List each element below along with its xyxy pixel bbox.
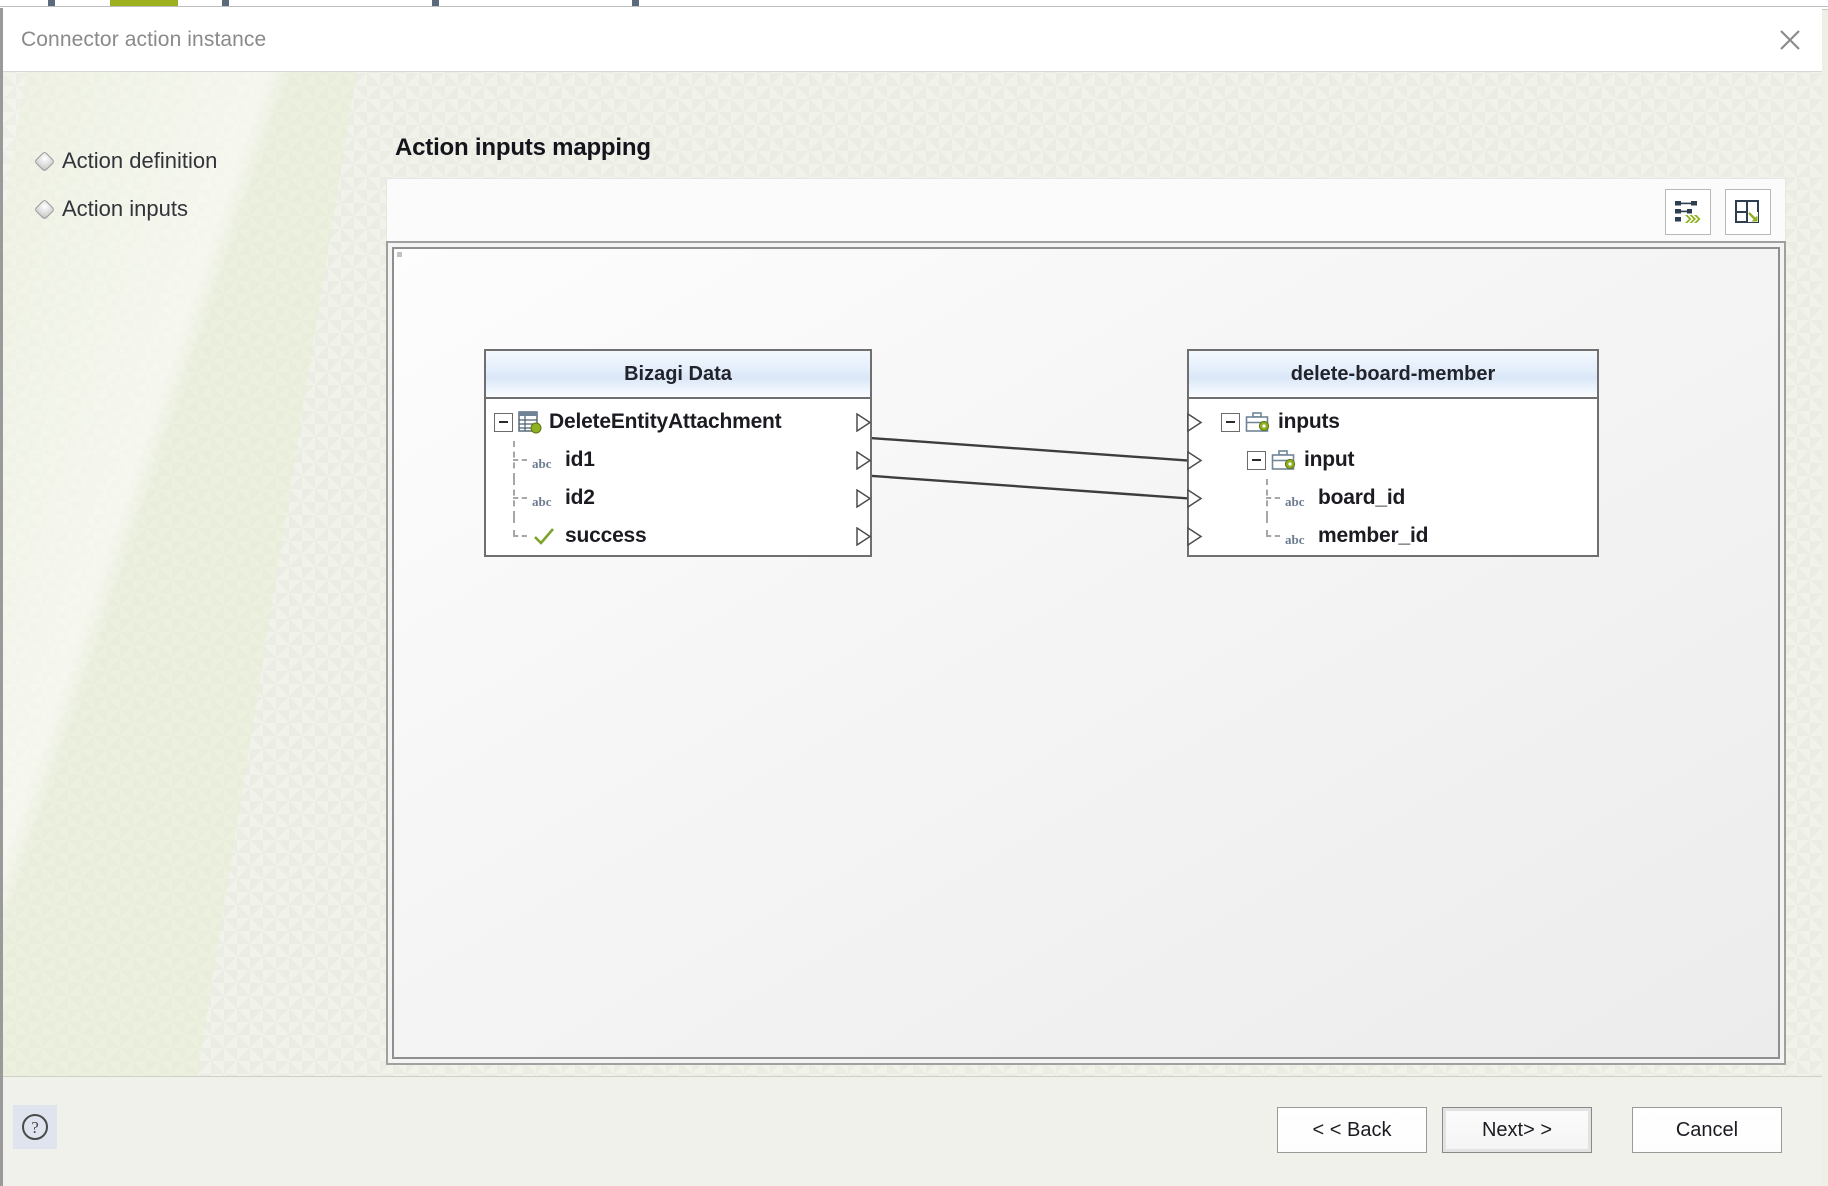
sidebar-item-action-inputs[interactable]: Action inputs: [33, 196, 337, 222]
tree-node-label: member_id: [1318, 524, 1429, 547]
mapping-toolbar: [386, 178, 1786, 242]
port-left[interactable]: [1187, 451, 1203, 470]
question-mark-icon: ?: [22, 1114, 48, 1140]
tree-node-member_id[interactable]: abc member_id: [1187, 517, 1597, 555]
port-left[interactable]: [1187, 527, 1203, 546]
briefcase-icon: [1271, 449, 1297, 472]
close-icon: [1780, 29, 1800, 50]
port-left[interactable]: [1187, 489, 1203, 508]
ribbon-divider: [0, 6, 1828, 7]
cancel-button[interactable]: Cancel: [1632, 1107, 1782, 1153]
source-panel-body: DeleteEntityAttachment abc id1 abc id2 s…: [486, 399, 872, 555]
help-button[interactable]: ?: [13, 1105, 57, 1149]
sidebar-item-action-definition[interactable]: Action definition: [33, 148, 337, 174]
collapse-expander-icon[interactable]: [494, 412, 513, 432]
back-button[interactable]: < < Back: [1277, 1107, 1427, 1153]
tree-node-label: inputs: [1278, 410, 1340, 433]
target-panel-body: inputs input abc board_id abc member_id: [1187, 399, 1597, 555]
tree-connector-line: [1261, 517, 1283, 555]
tree-node-input[interactable]: input: [1187, 441, 1597, 479]
tree-node-id2[interactable]: abc id2: [486, 479, 872, 517]
next-button[interactable]: Next> >: [1442, 1107, 1592, 1153]
diamond-bullet-icon: [33, 198, 56, 220]
mapping-canvas[interactable]: Bizagi Data DeleteEntityAttachment abc i…: [392, 247, 1780, 1059]
canvas-resize-handle: [397, 252, 402, 257]
check-boolean-icon: [532, 526, 558, 546]
tree-node-success[interactable]: success: [486, 517, 872, 555]
tree-connector-line: [1261, 479, 1283, 517]
collapse-expander-icon[interactable]: [1221, 412, 1240, 432]
wizard-step-nav: Action definition Action inputs: [33, 148, 337, 244]
port-left[interactable]: [1187, 413, 1203, 432]
tree-node-inputs[interactable]: inputs: [1187, 403, 1597, 441]
briefcase-icon: [1245, 411, 1271, 434]
tree-node-label: success: [565, 524, 647, 547]
fit-layout-icon: [1735, 200, 1759, 223]
tree-node-board_id[interactable]: abc board_id: [1187, 479, 1597, 517]
dialog-title-bar: Connector action instance: [3, 8, 1822, 72]
tree-node-label: input: [1304, 448, 1355, 471]
mapping-canvas-frame: Bizagi Data DeleteEntityAttachment abc i…: [386, 241, 1786, 1065]
diamond-bullet-icon: [33, 150, 56, 172]
target-panel[interactable]: delete-board-member inputs input abc boa…: [1187, 349, 1599, 557]
tree-node-id1[interactable]: abc id1: [486, 441, 872, 479]
auto-map-button[interactable]: [1665, 189, 1711, 235]
fit-layout-button[interactable]: [1725, 189, 1771, 235]
target-panel-title: delete-board-member: [1189, 351, 1597, 399]
port-right[interactable]: [856, 489, 872, 508]
entity-icon: [518, 410, 542, 434]
tree-node-label: board_id: [1318, 486, 1406, 509]
port-right[interactable]: [856, 451, 872, 470]
dialog-footer: ? < < Back Next> > Cancel: [3, 1076, 1822, 1186]
dialog-title: Connector action instance: [21, 28, 267, 51]
abc-string-icon: abc: [1285, 532, 1305, 547]
tree-node-DeleteEntityAttachment[interactable]: DeleteEntityAttachment: [486, 403, 872, 441]
abc-string-icon: abc: [532, 494, 552, 509]
tree-connector-line: [508, 441, 530, 479]
tree-node-label: DeleteEntityAttachment: [549, 410, 782, 433]
sidebar-item-label: Action inputs: [62, 196, 188, 221]
collapse-expander-icon[interactable]: [1247, 450, 1266, 470]
abc-string-icon: abc: [532, 456, 552, 471]
tree-node-label: id2: [565, 486, 595, 509]
tree-node-label: id1: [565, 448, 595, 471]
sidebar-item-label: Action definition: [62, 148, 218, 173]
source-panel[interactable]: Bizagi Data DeleteEntityAttachment abc i…: [484, 349, 872, 557]
port-right[interactable]: [856, 527, 872, 546]
page-title: Action inputs mapping: [395, 134, 651, 161]
port-right[interactable]: [856, 413, 872, 432]
connector-action-instance-dialog: Connector action instance Action definit…: [0, 8, 1822, 1186]
source-panel-title: Bizagi Data: [486, 351, 870, 399]
close-button[interactable]: [1758, 8, 1822, 71]
abc-string-icon: abc: [1285, 494, 1305, 509]
auto-map-icon: [1675, 201, 1701, 223]
tree-connector-line: [508, 479, 530, 517]
svg-text:?: ?: [31, 1118, 39, 1137]
tree-connector-line: [508, 517, 530, 555]
